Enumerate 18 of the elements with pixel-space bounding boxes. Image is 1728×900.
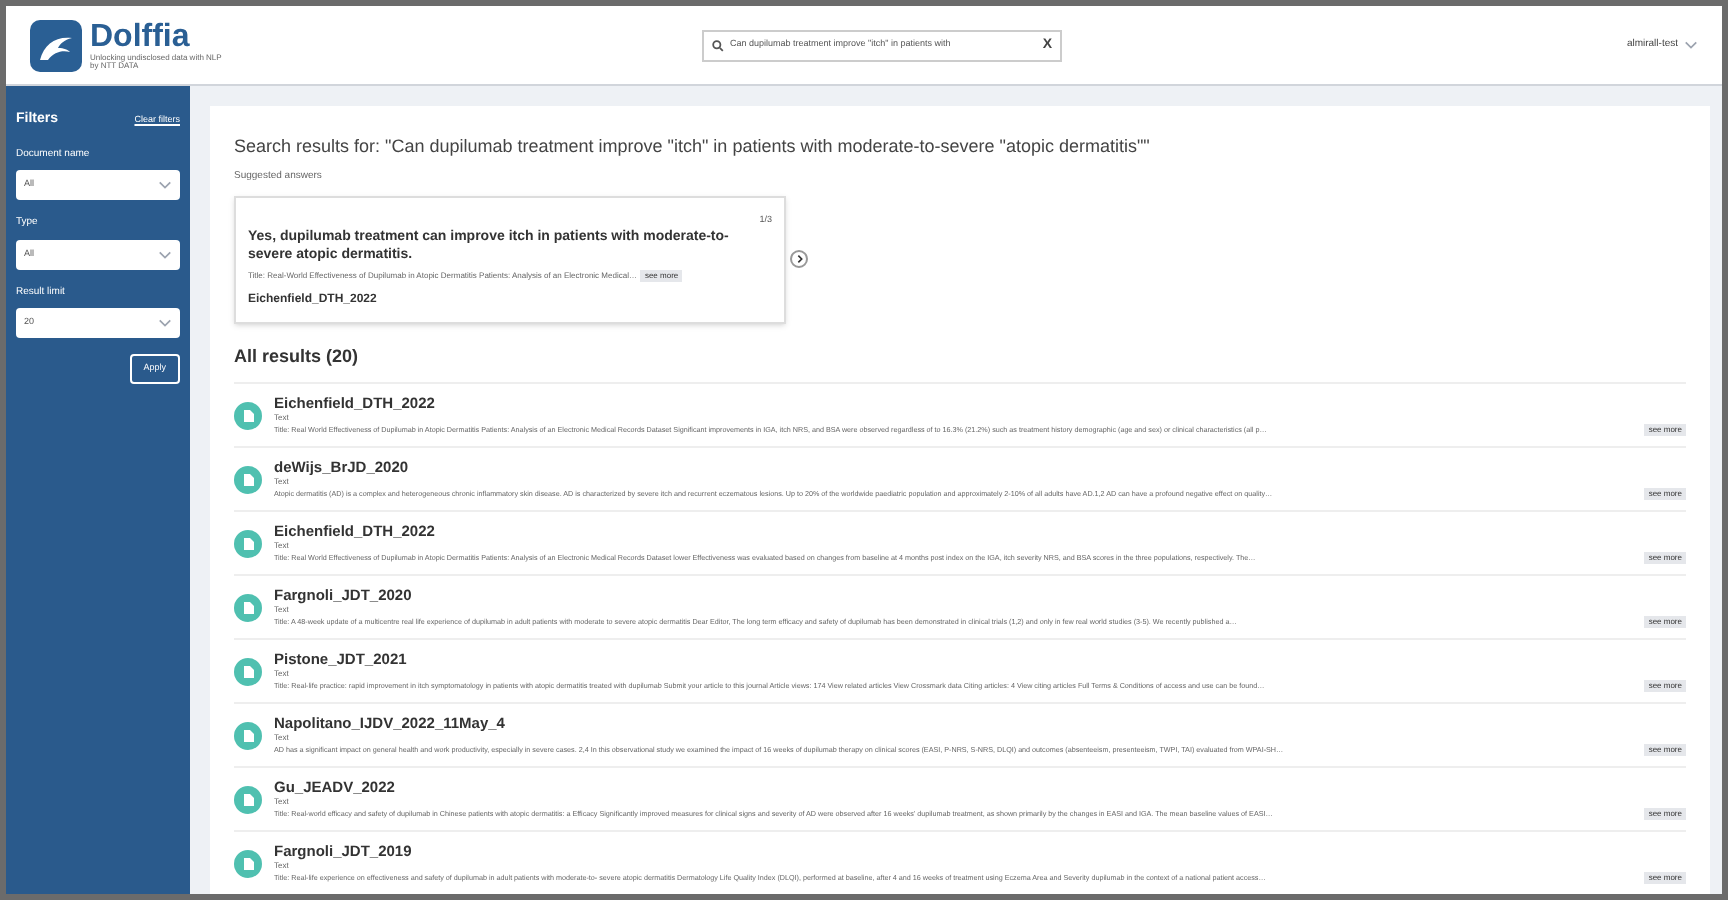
document-icon — [234, 593, 262, 622]
logo-title: Dolffia — [90, 21, 192, 53]
search-icon — [712, 39, 724, 51]
chevron-down-icon — [1684, 40, 1698, 50]
document-icon — [234, 401, 262, 430]
document-icon — [234, 529, 262, 558]
chevron-down-icon — [158, 249, 172, 259]
search-heading: Search results for: "Can dupilumab treatment improve "itch" in patients with moderate-to-severe "atopic dermatitis"" — [234, 134, 1152, 160]
document-icon — [234, 465, 262, 494]
document-icon — [234, 785, 262, 814]
next-answer-button[interactable] — [790, 250, 808, 269]
chevron-down-icon — [158, 180, 172, 190]
chevron-down-icon — [158, 318, 172, 328]
chevron-right-icon — [795, 254, 803, 265]
document-icon — [234, 849, 262, 878]
document-icon — [234, 721, 262, 750]
results-heading: All results (20) — [234, 343, 361, 370]
document-icon — [234, 657, 262, 686]
